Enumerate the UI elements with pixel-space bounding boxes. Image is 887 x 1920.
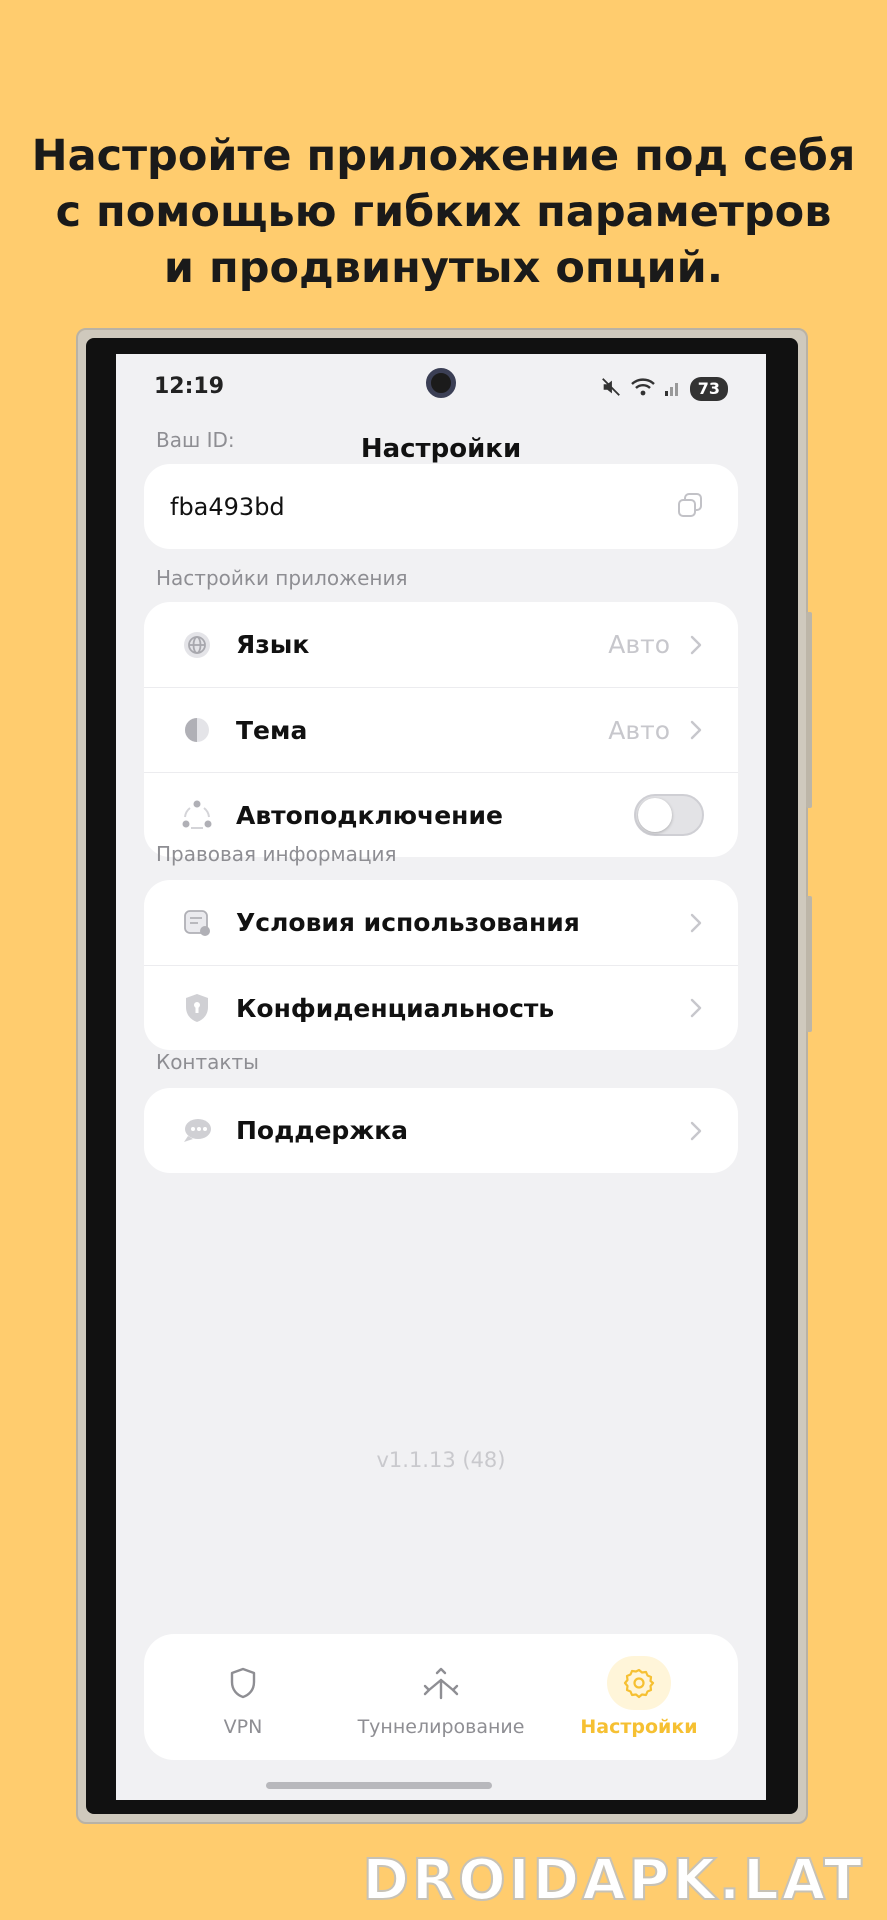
copy-icon[interactable] xyxy=(676,491,704,523)
legal-section-label: Правовая информация xyxy=(156,842,397,866)
contacts-card: Поддержка xyxy=(144,1088,738,1173)
language-row[interactable]: Язык Авто xyxy=(144,602,738,687)
battery-indicator: 73 xyxy=(689,377,728,401)
tab-tunneling[interactable]: Туннелирование xyxy=(342,1634,540,1760)
theme-row[interactable]: Тема Авто xyxy=(144,687,738,772)
home-indicator[interactable] xyxy=(266,1782,492,1789)
support-row[interactable]: Поддержка xyxy=(144,1088,738,1173)
signal-icon xyxy=(664,377,682,401)
auto-connect-toggle[interactable] xyxy=(634,794,704,836)
support-label: Поддержка xyxy=(236,1116,409,1145)
chevron-right-icon xyxy=(688,995,704,1021)
terms-row[interactable]: Условия использования xyxy=(144,880,738,965)
headline-line-1: Настройте приложение под себя xyxy=(31,131,856,181)
language-label: Язык xyxy=(236,630,310,659)
watermark: DROIDAPK.LAT xyxy=(362,1847,865,1914)
app-version: v1.1.13 (48) xyxy=(376,1448,506,1472)
tab-tunneling-label: Туннелирование xyxy=(357,1716,525,1738)
app-settings-section-label: Настройки приложения xyxy=(156,566,408,590)
auto-connect-label: Автоподключение xyxy=(236,800,503,830)
privacy-label: Конфиденциальность xyxy=(236,993,555,1023)
shield-icon xyxy=(211,1656,275,1710)
privacy-row[interactable]: Конфиденциальность xyxy=(144,965,738,1050)
headline-line-3: и продвинутых опций. xyxy=(163,243,724,293)
terms-label: Условия использования xyxy=(236,908,580,937)
phone-side-button xyxy=(806,896,812,1032)
mute-icon xyxy=(600,376,622,402)
gear-icon xyxy=(607,1656,671,1710)
auto-connect-icon xyxy=(180,798,214,832)
status-icons: 73 xyxy=(600,376,728,402)
theme-value: Авто xyxy=(608,715,670,745)
id-row[interactable]: fba493bd xyxy=(144,464,738,549)
chevron-right-icon xyxy=(688,910,704,936)
contacts-section-label: Контакты xyxy=(156,1050,259,1074)
id-card: fba493bd xyxy=(144,464,738,549)
theme-icon xyxy=(180,713,214,747)
status-time: 12:19 xyxy=(154,374,225,399)
tab-vpn-label: VPN xyxy=(223,1716,263,1738)
globe-icon xyxy=(180,628,214,662)
tab-settings[interactable]: Настройки xyxy=(540,1634,738,1760)
app-settings-card: Язык Авто Тема Авто Автоподключение xyxy=(144,602,738,857)
chevron-right-icon xyxy=(688,717,704,743)
chat-icon xyxy=(180,1114,214,1148)
wifi-icon xyxy=(630,376,656,402)
promo-headline: Настройте приложение под себя с помощью … xyxy=(0,128,887,296)
shield-lock-icon xyxy=(180,991,214,1025)
split-arrows-icon xyxy=(409,1656,473,1710)
language-value: Авто xyxy=(608,630,670,659)
theme-label: Тема xyxy=(236,715,308,745)
user-id-value: fba493bd xyxy=(170,492,285,521)
toggle-knob xyxy=(638,798,672,832)
front-camera xyxy=(426,368,456,398)
phone-side-button xyxy=(806,612,812,808)
tab-settings-label: Настройки xyxy=(580,1716,698,1738)
legal-card: Условия использования Конфиденциальность xyxy=(144,880,738,1050)
app-screen: 12:19 73 Настройки Ваш ID: fba493bd Наст… xyxy=(116,354,766,1800)
bottom-tab-bar: VPN Туннелирование Настройки xyxy=(144,1634,738,1760)
id-section-label: Ваш ID: xyxy=(156,428,235,452)
tab-vpn[interactable]: VPN xyxy=(144,1634,342,1760)
chevron-right-icon xyxy=(688,632,704,658)
document-icon xyxy=(180,906,214,940)
headline-line-2: с помощью гибких параметров xyxy=(55,187,832,237)
chevron-right-icon xyxy=(688,1118,704,1144)
